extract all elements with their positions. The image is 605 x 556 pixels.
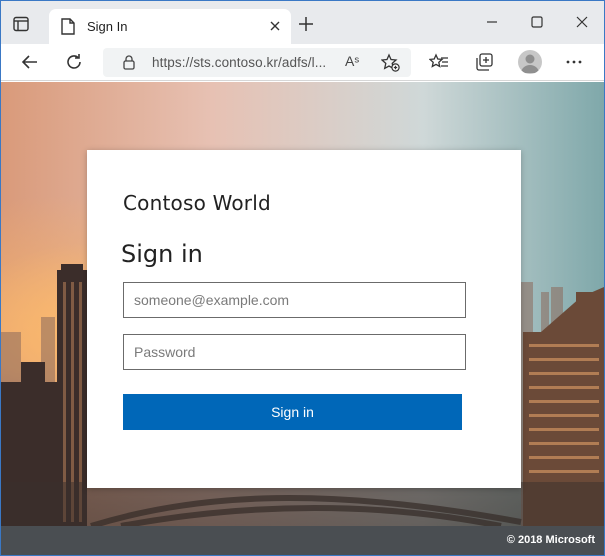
url-text[interactable]: https://sts.contoso.kr/adfs/l... — [152, 55, 326, 70]
organization-name: Contoso World — [123, 191, 271, 215]
more-options-icon[interactable] — [564, 52, 584, 72]
minimize-icon[interactable] — [483, 13, 501, 31]
close-window-icon[interactable] — [573, 13, 591, 31]
lock-icon[interactable] — [123, 55, 135, 70]
profile-avatar[interactable] — [518, 50, 542, 74]
tab-strip: Sign In — [1, 1, 604, 44]
tab-actions-icon[interactable] — [10, 13, 32, 35]
read-aloud-icon[interactable]: Aˢ — [345, 53, 359, 69]
page-title: Sign in — [121, 240, 203, 268]
page-icon — [61, 18, 75, 35]
collections-icon[interactable] — [474, 52, 494, 72]
browser-window: Sign In https://sts.contoso.kr/adfs/l...… — [0, 0, 605, 556]
tab-sign-in[interactable]: Sign In — [49, 9, 291, 44]
favorites-icon[interactable] — [429, 52, 449, 72]
add-favorite-icon[interactable] — [381, 53, 400, 72]
browser-toolbar: https://sts.contoso.kr/adfs/l... Aˢ — [1, 44, 604, 81]
page-content: © 2018 Microsoft Contoso World Sign in S… — [1, 82, 604, 555]
tab-title: Sign In — [87, 19, 128, 34]
address-bar[interactable]: https://sts.contoso.kr/adfs/l... Aˢ — [103, 48, 411, 77]
sign-in-button[interactable]: Sign in — [123, 394, 462, 430]
copyright-text: © 2018 Microsoft — [506, 534, 595, 546]
username-input[interactable] — [123, 282, 466, 318]
sign-in-card: Contoso World Sign in Sign in — [87, 150, 521, 488]
new-tab-icon[interactable] — [297, 15, 315, 33]
page-footer: © 2018 Microsoft — [1, 526, 604, 555]
password-input[interactable] — [123, 334, 466, 370]
back-icon[interactable] — [20, 52, 40, 72]
maximize-icon[interactable] — [528, 13, 546, 31]
refresh-icon[interactable] — [64, 52, 84, 72]
close-tab-icon[interactable] — [267, 18, 283, 34]
